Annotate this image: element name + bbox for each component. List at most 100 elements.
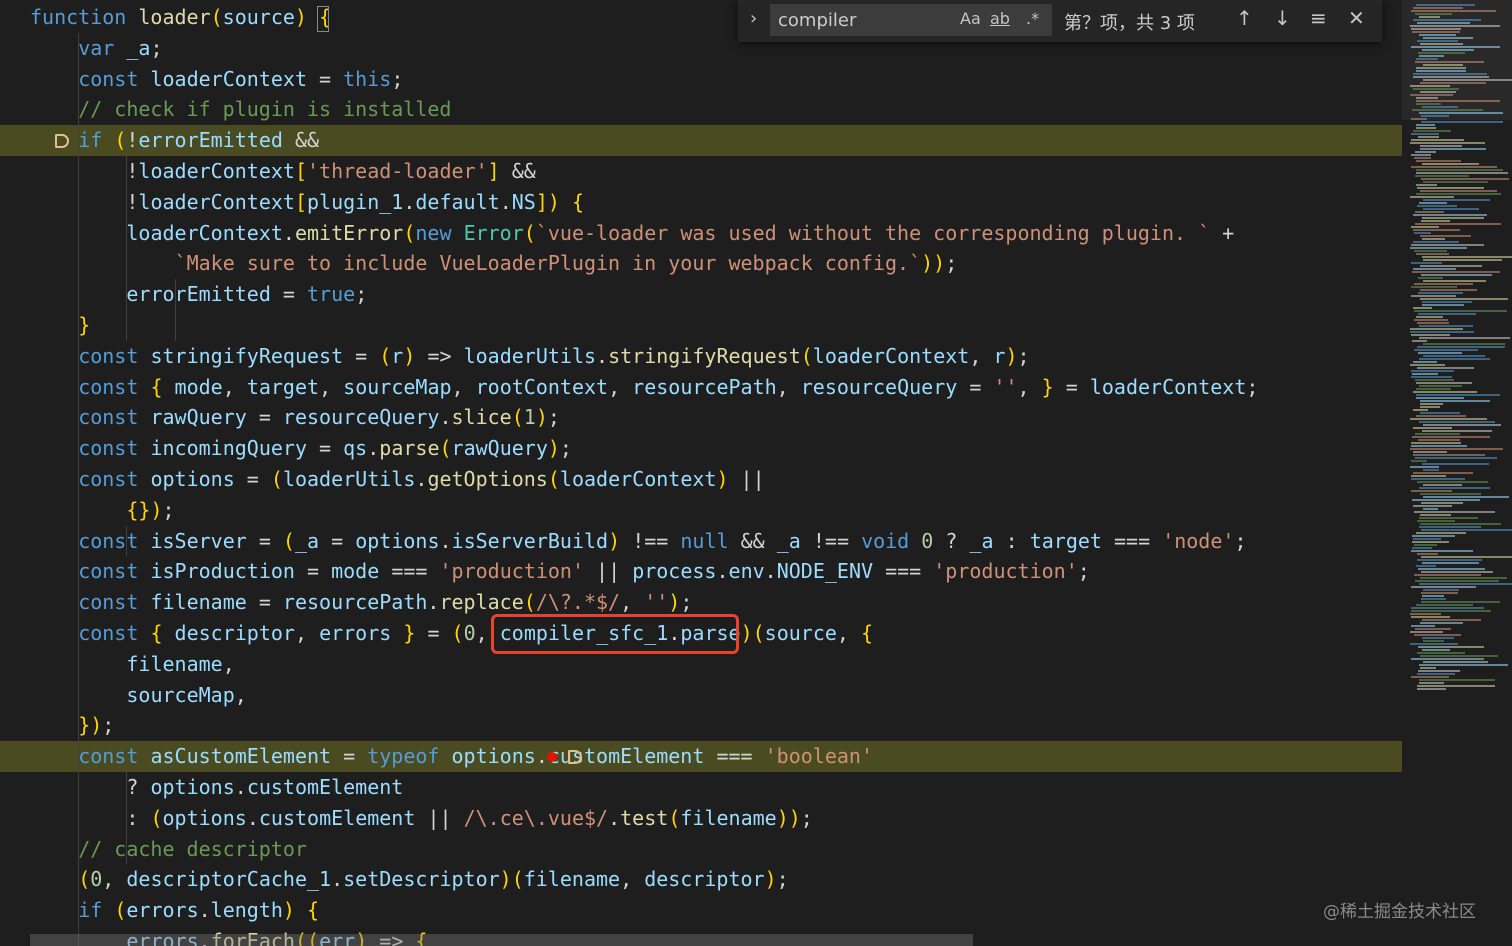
indent-guide [126,772,128,865]
code-line[interactable]: (0, descriptorCache_1.setDescriptor)(fil… [0,864,1402,895]
code-line[interactable]: {}); [0,495,1402,526]
code-line[interactable]: sourceMap, [0,680,1402,711]
close-icon[interactable]: ✕ [1348,6,1365,30]
minimap-line [1413,427,1452,429]
minimap-line [1422,637,1454,639]
code-line[interactable]: if (errors.length) { [0,895,1402,926]
minimap-line [1410,364,1445,366]
code-line[interactable]: !loaderContext[plugin_1.default.NS]) { [0,187,1402,218]
minimap-line [1411,616,1450,618]
code-text: const options = (loaderUtils.getOptions(… [78,467,765,491]
code-line[interactable]: const asCustomElement = typeof options.c… [0,741,1402,773]
minimap-line [1423,355,1485,357]
match-case-toggle[interactable]: Aa [960,9,981,28]
minimap-line [1411,370,1454,372]
minimap-line [1420,43,1463,45]
minimap-line [1419,679,1495,681]
code-line[interactable]: errorEmitted = true; [0,279,1402,310]
minimap-line [1421,178,1509,180]
minimap-line [1411,166,1497,168]
minimap-line [1411,286,1457,288]
whole-word-toggle[interactable]: ab [990,9,1010,28]
minimap-line [1410,631,1443,633]
minimap-line [1410,466,1439,468]
minimap-line [1415,61,1484,63]
code-line[interactable]: : (options.customElement || /\.ce\.vue$/… [0,803,1402,834]
indent-guide [78,32,80,946]
minimap-line [1413,73,1487,75]
minimap-line [1412,271,1500,273]
minimap-line [1420,514,1451,516]
code-line[interactable]: `Make sure to include VueLoaderPlugin in… [0,248,1402,279]
minimap-line [1412,541,1449,543]
minimap-line [1410,448,1503,450]
minimap-line [1411,244,1484,246]
code-text: const { mode, target, sourceMap, rootCon… [78,374,1259,399]
code-text: filename, [126,651,235,676]
minimap-line [1416,100,1500,102]
arrow-down-icon[interactable]: ↓ [1274,6,1291,30]
code-line[interactable]: const { mode, target, sourceMap, rootCon… [0,372,1402,403]
code-line[interactable]: // cache descriptor [0,834,1402,865]
minimap-line [1413,451,1447,453]
minimap-line [1412,31,1460,33]
minimap-line [1421,121,1503,123]
minimap-viewport[interactable] [1402,0,1512,120]
code-line[interactable]: loaderContext.emitError(new Error(`vue-l… [0,218,1402,249]
regex-toggle[interactable]: .* [1026,9,1039,28]
minimap-line [1419,112,1503,114]
minimap-line [1411,226,1439,228]
code-line[interactable]: const stringifyRequest = (r) => loaderUt… [0,341,1402,372]
chevron-right-icon[interactable]: › [750,8,757,29]
code-line[interactable]: const isProduction = mode === 'productio… [0,556,1402,587]
minimap[interactable] [1402,0,1512,946]
minimap-line [1418,136,1439,138]
code-line[interactable]: if (!errorEmitted && [0,125,1402,157]
minimap-line [1412,436,1490,438]
minimap-line [1420,190,1497,192]
minimap-line [1410,328,1463,330]
minimap-line [1416,388,1451,390]
code-line[interactable]: } [0,310,1402,341]
code-editor[interactable]: function loader(source) { var _a; const … [0,0,1402,946]
minimap-line [1417,22,1470,24]
minimap-line [1414,250,1447,252]
code-line[interactable]: const loaderContext = this; [0,64,1402,95]
minimap-line [1422,649,1450,651]
code-text: var _a; [78,35,163,60]
minimap-line [1410,25,1500,27]
minimap-line [1420,265,1482,267]
arrow-up-icon[interactable]: ↑ [1236,6,1253,30]
minimap-line [1411,139,1464,141]
code-line[interactable]: const options = (loaderUtils.getOptions(… [0,464,1402,495]
find-in-selection-icon[interactable]: ≡ [1310,6,1327,30]
horizontal-scrollbar[interactable] [30,934,973,946]
minimap-line [1419,487,1490,489]
minimap-line [1423,589,1459,591]
minimap-line [1415,379,1454,381]
code-line[interactable]: const rawQuery = resourceQuery.slice(1); [0,402,1402,433]
minimap-line [1422,217,1484,219]
minimap-line [1414,349,1478,351]
code-line[interactable]: const incomingQuery = qs.parse(rawQuery)… [0,433,1402,464]
code-text: if (!errorEmitted && [78,128,320,153]
minimap-line [1423,37,1473,39]
minimap-line [1422,256,1512,258]
code-line[interactable]: ? options.customElement [0,772,1402,803]
minimap-line [1419,385,1462,387]
minimap-line [1420,655,1498,657]
minimap-line [1416,397,1464,399]
code-line[interactable]: }); [0,710,1402,741]
minimap-line [1411,118,1427,120]
minimap-line [1413,307,1432,309]
minimap-line [1415,580,1499,582]
code-line[interactable]: const isServer = (_a = options.isServerB… [0,526,1402,557]
code-line[interactable]: // check if plugin is installed [0,94,1402,125]
code-line[interactable]: !loaderContext['thread-loader'] && [0,156,1402,187]
minimap-line [1422,463,1489,465]
minimap-line [1417,367,1474,369]
code-text: `Make sure to include VueLoaderPlugin in… [174,251,958,276]
minimap-line [1420,148,1486,150]
minimap-line [1415,211,1444,213]
code-text: function loader(source) { [30,5,332,29]
